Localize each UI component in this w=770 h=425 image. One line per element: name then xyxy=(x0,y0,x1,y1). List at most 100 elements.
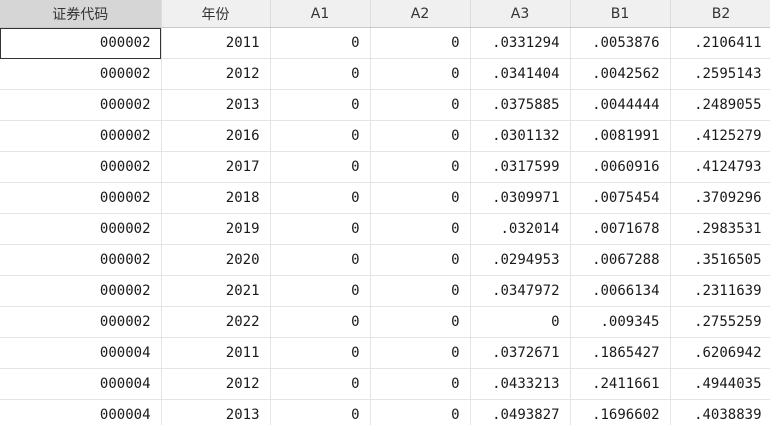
table-cell[interactable]: .3516505 xyxy=(670,244,770,276)
table-cell[interactable]: 0 xyxy=(270,337,371,369)
table-cell[interactable]: 0 xyxy=(270,275,371,307)
table-cell[interactable]: 0 xyxy=(370,89,471,121)
table-row: 000004 2011 0 0.0372671.1865427.6206942 xyxy=(0,337,770,369)
table-cell[interactable]: 2021 xyxy=(161,275,271,307)
table-cell[interactable]: 000004 xyxy=(0,368,162,400)
table-cell[interactable]: .0341404 xyxy=(470,58,571,90)
table-cell[interactable]: .0317599 xyxy=(470,151,571,183)
column-header-2[interactable]: A1 xyxy=(270,0,371,28)
table-cell[interactable]: .1696602 xyxy=(570,399,671,425)
table-cell[interactable]: 0 xyxy=(270,306,371,338)
table-cell[interactable]: .0071678 xyxy=(570,213,671,245)
table-cell[interactable]: .3709296 xyxy=(670,182,770,214)
table-cell[interactable]: 2011 xyxy=(161,27,271,59)
table-cell[interactable]: 0 xyxy=(370,244,471,276)
table-cell[interactable]: 2013 xyxy=(161,89,271,121)
table-cell[interactable]: 000004 xyxy=(0,337,162,369)
table-cell[interactable]: 0 xyxy=(270,89,371,121)
table-cell[interactable]: .0309971 xyxy=(470,182,571,214)
table-cell[interactable]: 0 xyxy=(370,151,471,183)
column-header-0[interactable]: 证券代码 xyxy=(0,0,162,28)
table-cell[interactable]: 0 xyxy=(370,58,471,90)
table-cell[interactable]: 0 xyxy=(370,182,471,214)
table-cell[interactable]: 0 xyxy=(270,151,371,183)
table-cell[interactable]: .0301132 xyxy=(470,120,571,152)
table-cell[interactable]: 2011 xyxy=(161,337,271,369)
data-grid[interactable]: 证券代码 年份 A1 A2 A3 B1 B2 000002 2011 0 0.0331294.00… xyxy=(0,0,770,425)
table-cell[interactable]: 000002 xyxy=(0,306,162,338)
table-cell[interactable]: 000002 xyxy=(0,244,162,276)
table-cell[interactable]: .0331294 xyxy=(470,27,571,59)
table-cell[interactable]: .0053876 xyxy=(570,27,671,59)
table-cell[interactable]: 0 xyxy=(270,368,371,400)
table-cell[interactable]: 000002 xyxy=(0,89,162,121)
table-cell[interactable]: 000002 xyxy=(0,275,162,307)
table-cell[interactable]: 000002 xyxy=(0,120,162,152)
column-header-1[interactable]: 年份 xyxy=(161,0,271,28)
table-cell[interactable]: .1865427 xyxy=(570,337,671,369)
table-cell[interactable]: .4038839 xyxy=(670,399,770,425)
table-cell[interactable]: .6206942 xyxy=(670,337,770,369)
table-cell[interactable]: .0066134 xyxy=(570,275,671,307)
table-cell[interactable]: 2018 xyxy=(161,182,271,214)
table-cell[interactable]: .0375885 xyxy=(470,89,571,121)
table-cell[interactable]: 0 xyxy=(370,120,471,152)
table-cell[interactable]: .009345 xyxy=(570,306,671,338)
table-cell[interactable]: .0493827 xyxy=(470,399,571,425)
table-cell[interactable]: 000002 xyxy=(0,182,162,214)
table-cell[interactable]: .2755259 xyxy=(670,306,770,338)
table-cell[interactable]: 0 xyxy=(370,275,471,307)
table-cell[interactable]: 2013 xyxy=(161,399,271,425)
table-cell[interactable]: 0 xyxy=(370,337,471,369)
table-cell[interactable]: 0 xyxy=(370,399,471,425)
table-cell[interactable]: 2017 xyxy=(161,151,271,183)
table-cell[interactable]: 0 xyxy=(370,306,471,338)
column-header-3[interactable]: A2 xyxy=(370,0,471,28)
table-cell[interactable]: 0 xyxy=(270,399,371,425)
table-cell[interactable]: 0 xyxy=(270,213,371,245)
table-cell[interactable]: .0044444 xyxy=(570,89,671,121)
table-cell[interactable]: 0 xyxy=(270,244,371,276)
table-cell[interactable]: 0 xyxy=(270,182,371,214)
table-cell[interactable]: 0 xyxy=(370,213,471,245)
table-cell[interactable]: 000002 xyxy=(0,58,162,90)
table-cell[interactable]: 2019 xyxy=(161,213,271,245)
table-cell[interactable]: 2016 xyxy=(161,120,271,152)
table-cell[interactable]: 0 xyxy=(370,27,471,59)
table-cell[interactable]: 2012 xyxy=(161,368,271,400)
table-cell[interactable]: .2106411 xyxy=(670,27,770,59)
table-cell[interactable]: .032014 xyxy=(470,213,571,245)
table-cell[interactable]: 000004 xyxy=(0,399,162,425)
table-cell[interactable]: .0081991 xyxy=(570,120,671,152)
table-cell[interactable]: .4125279 xyxy=(670,120,770,152)
table-cell[interactable]: 0 xyxy=(270,120,371,152)
table-cell[interactable]: 2012 xyxy=(161,58,271,90)
table-cell[interactable]: .0347972 xyxy=(470,275,571,307)
table-cell[interactable]: .0060916 xyxy=(570,151,671,183)
column-header-6[interactable]: B2 xyxy=(670,0,770,28)
table-cell[interactable]: .0294953 xyxy=(470,244,571,276)
table-cell[interactable]: .0067288 xyxy=(570,244,671,276)
column-header-5[interactable]: B1 xyxy=(570,0,671,28)
table-cell[interactable]: .2983531 xyxy=(670,213,770,245)
table-cell[interactable]: .0075454 xyxy=(570,182,671,214)
table-cell[interactable]: .4124793 xyxy=(670,151,770,183)
table-cell[interactable]: 0 xyxy=(270,58,371,90)
table-cell[interactable]: .2411661 xyxy=(570,368,671,400)
table-cell[interactable]: .0433213 xyxy=(470,368,571,400)
table-cell[interactable]: 0 xyxy=(370,368,471,400)
table-cell[interactable]: 000002 xyxy=(0,27,162,59)
table-cell[interactable]: 000002 xyxy=(0,151,162,183)
table-cell[interactable]: 0 xyxy=(270,27,371,59)
table-cell[interactable]: 000002 xyxy=(0,213,162,245)
table-cell[interactable]: 2022 xyxy=(161,306,271,338)
table-cell[interactable]: .2489055 xyxy=(670,89,770,121)
table-cell[interactable]: .0042562 xyxy=(570,58,671,90)
table-cell[interactable]: .2595143 xyxy=(670,58,770,90)
table-cell[interactable]: .2311639 xyxy=(670,275,770,307)
column-header-4[interactable]: A3 xyxy=(470,0,571,28)
table-cell[interactable]: 0 xyxy=(470,306,571,338)
table-cell[interactable]: .4944035 xyxy=(670,368,770,400)
table-cell[interactable]: .0372671 xyxy=(470,337,571,369)
table-cell[interactable]: 2020 xyxy=(161,244,271,276)
